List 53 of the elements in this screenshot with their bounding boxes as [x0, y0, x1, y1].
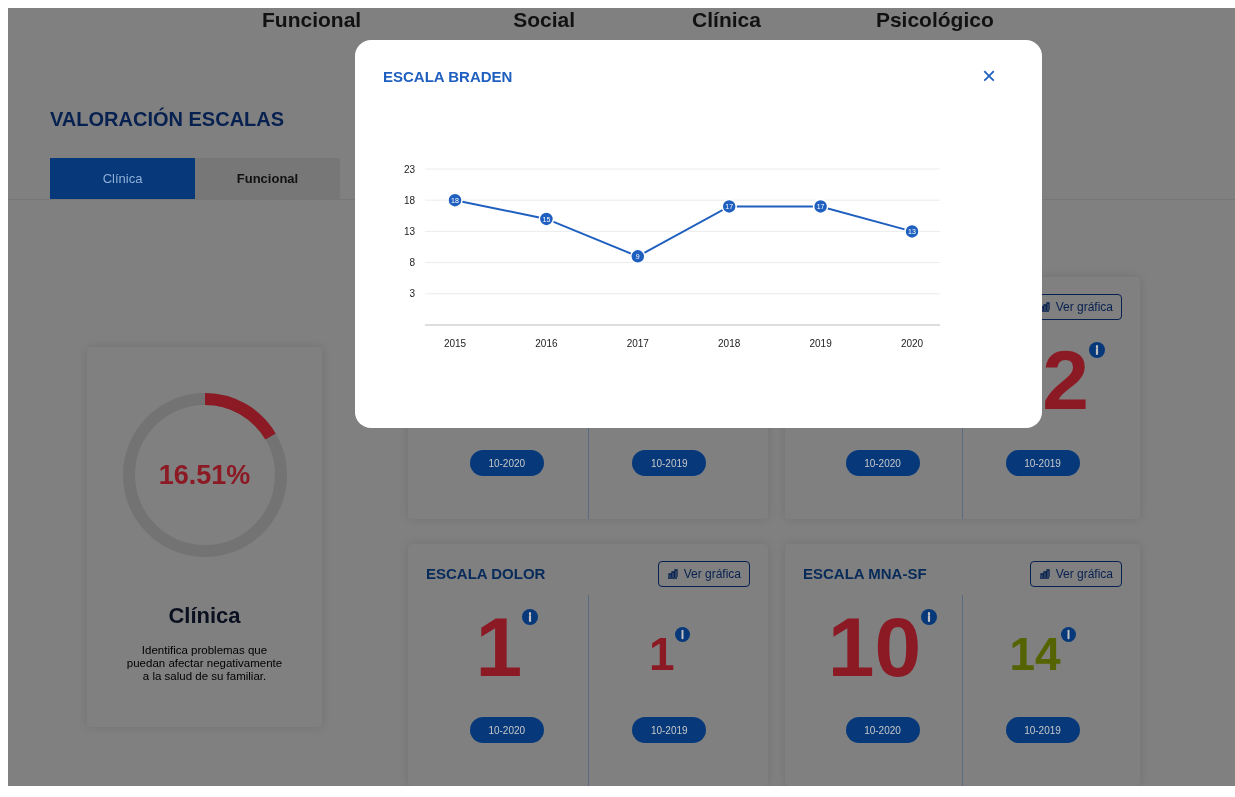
- score-value: 14: [1009, 631, 1061, 677]
- y-tick-label: 3: [409, 287, 415, 299]
- score-value: 1: [475, 607, 523, 687]
- score-value: 2: [1042, 340, 1089, 420]
- date-badge: 10-2019: [632, 717, 707, 743]
- y-tick-label: 23: [403, 163, 415, 174]
- nav-link[interactable]: Social: [513, 8, 576, 30]
- tab[interactable]: Funcional: [195, 158, 340, 199]
- x-tick-label: 2020: [900, 337, 924, 349]
- date-badge: 10-2019: [1005, 717, 1080, 743]
- date-badge: 10-2020: [469, 450, 544, 476]
- date-badge: 10-2019: [632, 450, 707, 476]
- section-title: VALORACIÓN ESCALAS: [50, 106, 285, 132]
- date-badge: 10-2020: [845, 450, 920, 476]
- data-point: [904, 223, 920, 239]
- nav-link[interactable]: Funcional: [262, 8, 362, 30]
- data-point: [721, 198, 737, 214]
- date-badge: 10-2020: [469, 717, 544, 743]
- x-tick-label: 2015: [443, 337, 467, 349]
- view-chart-button[interactable]: Ver gráfica: [657, 561, 750, 587]
- info-icon[interactable]: [1060, 627, 1076, 642]
- bar-chart-icon: [666, 569, 678, 579]
- category-title: Clínica: [168, 602, 241, 630]
- info-icon[interactable]: [1088, 342, 1105, 358]
- data-point: [538, 210, 555, 227]
- tab[interactable]: Clínica: [50, 158, 195, 199]
- nav-link[interactable]: Clínica: [692, 8, 761, 30]
- bar-chart-icon: [1038, 569, 1050, 579]
- y-tick-label: 18: [403, 194, 415, 206]
- y-tick-label: 8: [409, 256, 415, 268]
- view-chart-button[interactable]: Ver gráfica: [1029, 561, 1122, 587]
- date-badge: 10-2019: [1005, 450, 1080, 476]
- x-tick-label: 2018: [718, 337, 741, 349]
- dialog-title: ESCALA BRADEN: [383, 67, 513, 87]
- scale-title: ESCALA MNA-SF: [803, 563, 927, 584]
- nav-link[interactable]: Psicológico: [875, 8, 994, 30]
- category-description: Identifica problemas que puedan afectar negativamente a la salud de su familiar.: [125, 644, 284, 683]
- scale-title: ESCALA DOLOR: [426, 563, 546, 584]
- y-tick-label: 13: [403, 225, 415, 237]
- data-point: [447, 191, 463, 208]
- score-value: 10: [827, 607, 922, 687]
- info-icon[interactable]: [921, 609, 938, 625]
- score-value: 1: [648, 631, 675, 677]
- data-point: [812, 198, 829, 214]
- x-tick-label: 2017: [626, 337, 649, 349]
- data-point: [630, 248, 646, 264]
- close-button[interactable]: ×: [982, 66, 996, 86]
- x-tick-label: 2016: [535, 337, 558, 349]
- info-icon[interactable]: [674, 627, 690, 642]
- percentage-value: 16.51%: [158, 458, 251, 492]
- info-icon[interactable]: [522, 609, 539, 625]
- date-badge: 10-2020: [845, 717, 920, 743]
- x-tick-label: 2019: [809, 337, 832, 349]
